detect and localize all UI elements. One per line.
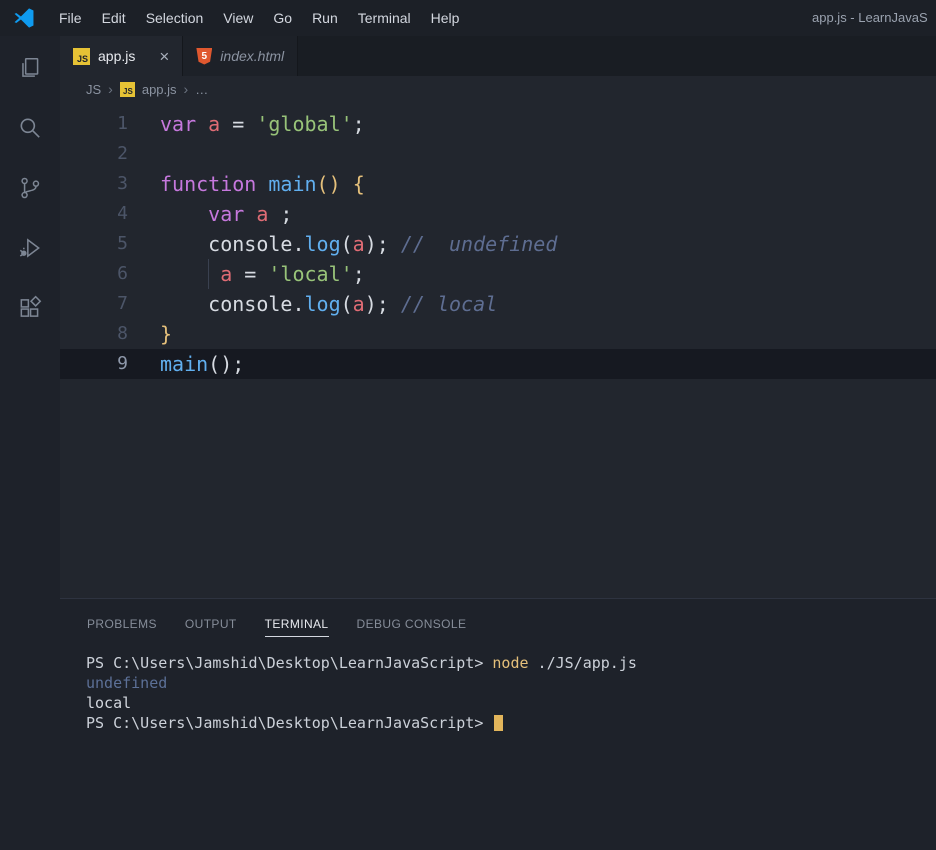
menu-item-run[interactable]: Run (302, 0, 348, 36)
panel-tab-debug-console[interactable]: DEBUG CONSOLE (357, 617, 467, 637)
breadcrumb-folder[interactable]: JS (86, 82, 101, 97)
line-number[interactable]: 5 (60, 229, 160, 259)
menu-item-view[interactable]: View (213, 0, 263, 36)
title-bar: File Edit Selection View Go Run Terminal Help a… (0, 0, 936, 36)
menu-item-edit[interactable]: Edit (92, 0, 136, 36)
code-text: console.log(a); // local (160, 292, 498, 316)
tab-label: index.html (220, 48, 285, 64)
terminal-line: local (86, 694, 132, 712)
menu-item-help[interactable]: Help (421, 0, 470, 36)
terminal-line: PS C:\Users\Jamshid\Desktop\LearnJavaScr… (86, 654, 637, 672)
tab-strip: JS app.js × 5 index.html (60, 36, 936, 76)
code-editor[interactable]: 1 var a = 'global'; 2 3 function main() {4 v… (60, 102, 936, 598)
code-text: } (160, 322, 173, 346)
code-text: var a = 'global'; (160, 112, 365, 136)
panel-tabs: PROBLEMS OUTPUT TERMINAL DEBUG CONSOLE (60, 599, 936, 641)
code-text: var a ; (208, 202, 293, 226)
menu-item-go[interactable]: Go (263, 0, 302, 36)
javascript-file-icon: JS (73, 47, 90, 65)
window-title: app.js - LearnJavaS (812, 10, 928, 25)
panel-tab-terminal[interactable]: TERMINAL (264, 617, 329, 637)
vscode-window: File Edit Selection View Go Run Terminal Help a… (0, 0, 936, 850)
vscode-logo-icon (13, 7, 35, 29)
menu-item-selection[interactable]: Selection (136, 0, 214, 36)
workbench: JS app.js × 5 index.html JS › JS app.js … (60, 36, 936, 850)
code-line-3[interactable]: 3 function main() { (60, 169, 936, 199)
panel-tab-output[interactable]: OUTPUT (185, 617, 237, 637)
line-number[interactable]: 9 (60, 349, 160, 379)
code-text: main(); (160, 352, 245, 376)
menu-bar-items: File Edit Selection View Go Run Terminal Help (49, 0, 469, 36)
tab-app-js[interactable]: JS app.js × (60, 36, 184, 76)
terminal[interactable]: PS C:\Users\Jamshid\Desktop\LearnJavaScr… (60, 641, 936, 850)
line-number[interactable]: 8 (60, 319, 160, 349)
line-number[interactable]: 4 (60, 199, 160, 229)
breadcrumb-file[interactable]: app.js (142, 82, 177, 97)
breadcrumb: JS › JS app.js › … (60, 76, 936, 102)
chevron-right-icon: › (108, 81, 113, 97)
activity-bar (0, 36, 60, 850)
close-tab-icon[interactable]: × (159, 48, 169, 65)
explorer-icon[interactable] (16, 54, 44, 82)
search-icon[interactable] (16, 114, 44, 142)
breadcrumb-more[interactable]: … (195, 82, 208, 97)
run-debug-icon[interactable] (16, 234, 44, 262)
line-number[interactable]: 3 (60, 169, 160, 199)
code-line-8[interactable]: 8} (60, 319, 936, 349)
line-number[interactable]: 2 (60, 139, 160, 169)
source-control-icon[interactable] (16, 174, 44, 202)
tab-index-html[interactable]: 5 index.html (183, 36, 299, 76)
code-line-2[interactable]: 2 (60, 139, 936, 169)
line-number[interactable]: 1 (60, 109, 160, 139)
code-line-5[interactable]: 5 console.log(a); // undefined (60, 229, 936, 259)
code-text: a = 'local'; (160, 259, 936, 289)
terminal-cursor (494, 715, 504, 731)
code-line-9[interactable]: 9 main(); (60, 349, 936, 379)
code-line-4[interactable]: 4 var a ; (60, 199, 936, 229)
code-text: console.log(a); // undefined (160, 232, 558, 256)
javascript-file-icon: JS (119, 81, 135, 97)
line-number[interactable]: 6 (60, 259, 160, 289)
terminal-line: PS C:\Users\Jamshid\Desktop\LearnJavaScr… (86, 713, 936, 733)
bottom-panel: PROBLEMS OUTPUT TERMINAL DEBUG CONSOLE PS C… (60, 598, 936, 850)
line-number[interactable]: 7 (60, 289, 160, 319)
code-text: function main() { (160, 172, 365, 196)
menu-item-file[interactable]: File (49, 0, 92, 36)
chevron-right-icon: › (183, 81, 189, 97)
editor-lines: 1 var a = 'global'; 2 3 function main() {4 v… (60, 109, 936, 379)
code-line-6[interactable]: 6 a = 'local'; (60, 259, 936, 289)
html5-file-icon: 5 (196, 47, 213, 65)
terminal-line: undefined (86, 674, 168, 692)
menu-item-terminal[interactable]: Terminal (348, 0, 421, 36)
code-line-1[interactable]: 1 var a = 'global'; (60, 109, 936, 139)
main-area: JS app.js × 5 index.html JS › JS app.js … (0, 36, 936, 850)
terminal-output: PS C:\Users\Jamshid\Desktop\LearnJavaScr… (86, 653, 936, 733)
extensions-icon[interactable] (16, 294, 44, 322)
tab-label: app.js (98, 48, 136, 64)
panel-tab-problems[interactable]: PROBLEMS (87, 617, 157, 637)
code-line-7[interactable]: 7 console.log(a); // local (60, 289, 936, 319)
